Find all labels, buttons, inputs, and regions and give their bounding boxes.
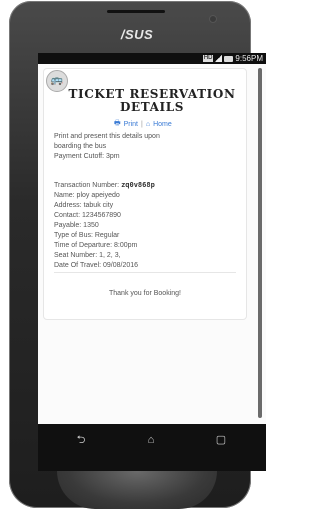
- speaker-grille: [107, 10, 165, 13]
- battery-icon: [224, 55, 234, 62]
- contact-row: Contact: 1234567890: [54, 212, 121, 219]
- payment-cutoff: Payment Cutoff: 3pm: [54, 153, 120, 160]
- transaction-label: Transaction Number:: [54, 182, 120, 189]
- home-icon: ⌂: [145, 121, 151, 128]
- divider: [54, 272, 236, 273]
- navigation-bar: ⮌ ⌂ ▢: [38, 424, 266, 471]
- seat-row: Seat Number: 1, 2, 3,: [54, 252, 121, 259]
- screen: HD 9:56PM 🚌 TICKET RESERVATION DETAILS 🖶…: [38, 53, 266, 471]
- intro-line-2: boarding the bus: [54, 143, 107, 150]
- phone-device: /SUS HD 9:56PM 🚌 TICKET RESERVATION DETA…: [9, 1, 266, 509]
- recent-apps-icon[interactable]: ▢: [214, 433, 228, 447]
- status-time: 9:56PM: [235, 54, 263, 63]
- page-title: TICKET RESERVATION DETAILS: [68, 87, 236, 114]
- reservation-card: 🚌 TICKET RESERVATION DETAILS 🖶 Print | ⌂…: [43, 68, 247, 320]
- scrollbar[interactable]: [258, 68, 262, 418]
- home-link[interactable]: Home: [153, 121, 172, 128]
- bus-type-row: Type of Bus: Regular: [54, 232, 120, 239]
- payable-row: Payable: 1350: [54, 222, 99, 229]
- print-icon: 🖶: [114, 120, 121, 127]
- ticket-details: Transaction Number: zq0v868p Name: ploy …: [54, 180, 234, 271]
- print-link[interactable]: Print: [124, 121, 138, 128]
- travel-date-row: Date Of Travel: 09/08/2016: [54, 262, 139, 269]
- name-row: Name: ploy apeiyedo: [54, 192, 120, 199]
- intro-text: Print and present this details upon boar…: [54, 132, 224, 162]
- link-separator: |: [141, 121, 143, 128]
- status-bar: HD 9:56PM: [38, 53, 266, 64]
- departure-row: Time of Departure: 8:00pm: [54, 242, 138, 249]
- transaction-row: Transaction Number: zq0v868p: [54, 180, 234, 191]
- back-icon[interactable]: ⮌: [74, 433, 88, 447]
- page-content: 🚌 TICKET RESERVATION DETAILS 🖶 Print | ⌂…: [43, 68, 255, 423]
- hd-badge: HD: [202, 55, 214, 62]
- status-right: HD 9:56PM: [202, 54, 263, 63]
- home-nav-icon[interactable]: ⌂: [144, 433, 158, 447]
- transaction-number: zq0v868p: [121, 181, 155, 189]
- brand-logo: /SUS: [120, 27, 154, 42]
- thank-you-message: Thank you for Booking!: [109, 290, 181, 297]
- phone-bottom-bezel: [57, 471, 217, 509]
- action-links: 🖶 Print | ⌂ Home: [114, 119, 204, 130]
- signal-icon: [215, 55, 223, 62]
- address-row: Address: tabuk city: [54, 202, 114, 209]
- intro-line-1: Print and present this details upon: [54, 133, 160, 140]
- front-camera: [209, 15, 217, 23]
